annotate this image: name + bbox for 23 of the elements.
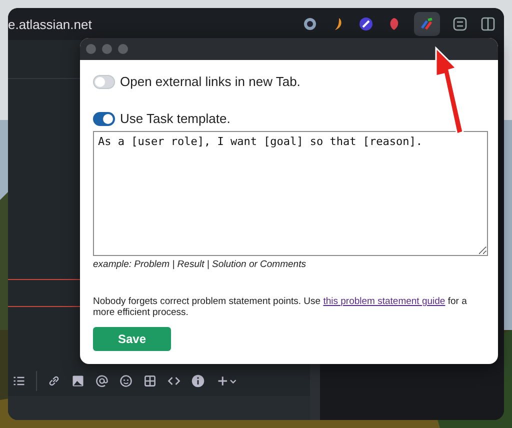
note-text: Nobody forgets correct problem statement points. Use this problem statement guide for a more efficient process.	[93, 296, 468, 319]
extension-icon	[419, 16, 435, 32]
info-icon[interactable]	[191, 374, 205, 388]
extension-button[interactable]	[414, 12, 440, 36]
extension-icon[interactable]	[358, 16, 374, 32]
toggle-switch[interactable]	[93, 74, 115, 88]
sidebar-icon[interactable]	[480, 16, 496, 32]
toggle-switch[interactable]	[93, 112, 115, 126]
emoji-icon[interactable]	[119, 374, 133, 388]
image-icon[interactable]	[71, 374, 85, 388]
code-icon[interactable]	[167, 374, 181, 388]
toggle-label: Open external links in new Tab.	[120, 74, 300, 89]
save-button[interactable]: Save	[93, 326, 171, 351]
template-field[interactable]: As a [user role], I want [goal] so that [reason].	[93, 131, 488, 256]
hint-text: example: Problem | Result | Solution or Comments	[93, 259, 307, 270]
table-icon[interactable]	[143, 374, 157, 388]
mention-icon[interactable]	[95, 374, 109, 388]
link-icon[interactable]	[47, 374, 61, 388]
list-icon[interactable]	[12, 374, 26, 388]
toggle-label: Use Task template.	[120, 111, 230, 126]
extension-icon[interactable]	[302, 16, 318, 32]
guide-link[interactable]: this problem statement guide	[323, 296, 446, 307]
address-url[interactable]: e.atlassian.net	[8, 16, 92, 32]
